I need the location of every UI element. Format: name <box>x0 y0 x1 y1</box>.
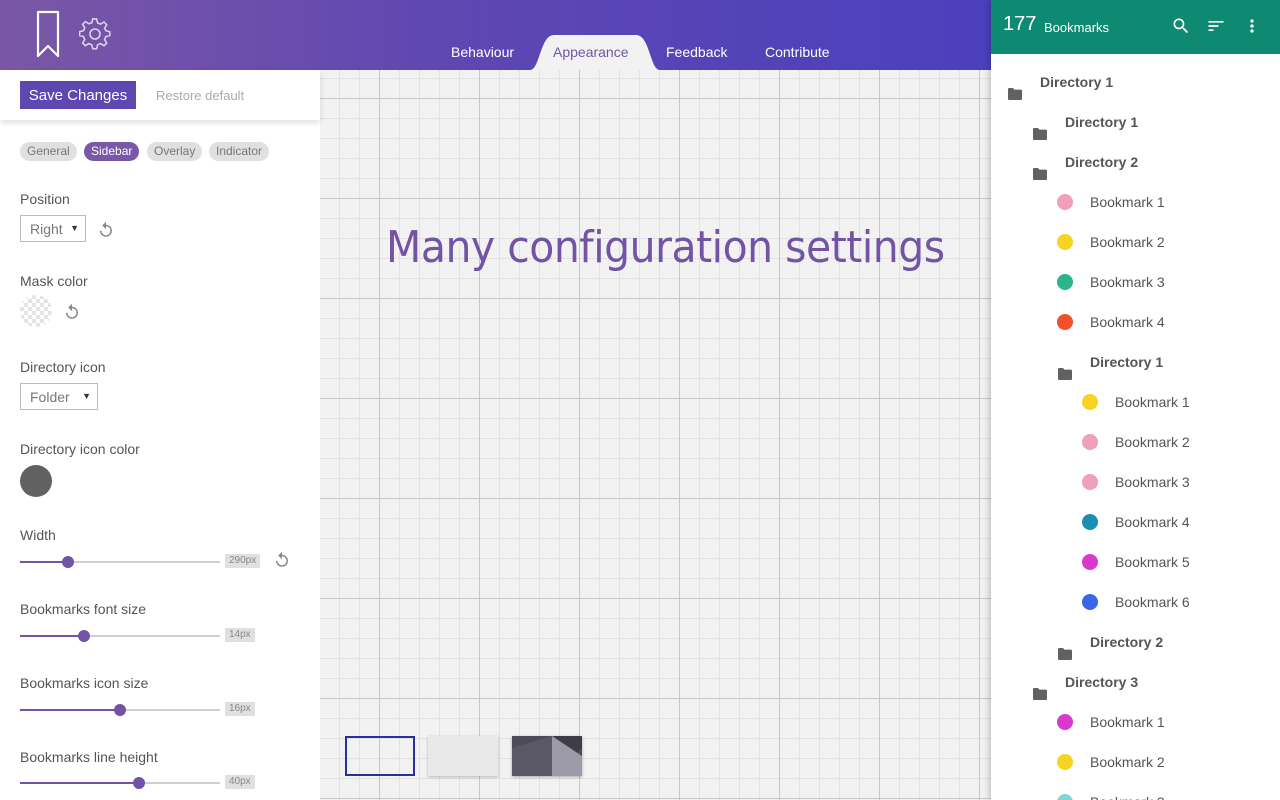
bookmark-label: Bookmark 1 <box>1090 194 1165 210</box>
theme-thumbnail-light-outline[interactable] <box>345 736 415 776</box>
slider-knob[interactable] <box>62 556 74 568</box>
theme-thumbnail-light[interactable] <box>428 736 498 776</box>
bookmark-label: Bookmark 2 <box>1115 434 1190 450</box>
directory-icon-color-label: Directory icon color <box>20 441 140 457</box>
settings-action-bar: Save Changes Restore default <box>0 70 320 120</box>
line-height-slider[interactable] <box>20 777 220 789</box>
bookmark-favicon-icon <box>1057 274 1073 290</box>
bookmarks-title: Bookmarks <box>1044 20 1110 35</box>
chip-indicator[interactable]: Indicator <box>209 142 270 161</box>
reset-icon[interactable] <box>273 551 291 569</box>
folder-icon <box>1033 115 1047 155</box>
font-size-label: Bookmarks font size <box>20 601 147 617</box>
chip-overlay[interactable]: Overlay <box>147 142 203 161</box>
icon-size-value: 16px <box>225 702 255 716</box>
reset-icon[interactable] <box>63 303 81 321</box>
bookmark-favicon-icon <box>1082 474 1098 490</box>
directory-label: Directory 3 <box>1065 674 1139 690</box>
directory-icon-select-value: Folder <box>30 389 70 405</box>
folder-icon <box>1008 75 1022 115</box>
bookmark-favicon-icon <box>1082 434 1098 450</box>
position-select-value: Right <box>30 221 63 237</box>
bookmark-favicon-icon <box>1057 234 1073 250</box>
folder-icon <box>1033 675 1047 715</box>
tab-behaviour[interactable]: Behaviour <box>451 44 514 60</box>
settings-panel: Save Changes Restore default General Sid… <box>0 70 320 800</box>
dark-theme-pattern <box>512 736 582 776</box>
icon-size-slider[interactable] <box>20 704 220 716</box>
width-value: 290px <box>225 554 261 568</box>
bookmark-label: Bookmark 2 <box>1090 234 1165 250</box>
bookmark-icon[interactable] <box>36 10 60 58</box>
bookmark-count: 177 <box>1003 13 1037 35</box>
slider-knob[interactable] <box>114 704 126 716</box>
preview-canvas <box>320 70 991 800</box>
bookmark-label: Bookmark 1 <box>1090 714 1165 730</box>
bookmark-label: Bookmark 4 <box>1090 314 1165 330</box>
bookmark-favicon-icon <box>1082 554 1098 570</box>
gear-icon[interactable] <box>79 18 111 50</box>
sidebar-header: 177 Bookmarks <box>991 0 1280 54</box>
mask-color-label: Mask color <box>20 273 88 289</box>
slider-knob[interactable] <box>133 777 145 789</box>
top-header: Behaviour Appearance Feedback Contribute <box>0 0 991 70</box>
search-icon[interactable] <box>1171 16 1191 36</box>
bookmark-label: Bookmark 1 <box>1115 394 1190 410</box>
caret-down-icon: ▼ <box>70 223 79 233</box>
tab-feedback[interactable]: Feedback <box>666 44 727 60</box>
bookmark-favicon-icon <box>1082 594 1098 610</box>
chip-general[interactable]: General <box>20 142 77 161</box>
caret-down-icon: ▼ <box>82 391 91 401</box>
bookmark-label: Bookmark 3 <box>1090 782 1165 800</box>
directory-label: Directory 2 <box>1065 154 1139 170</box>
bookmark-favicon-icon <box>1057 194 1073 210</box>
font-size-value: 14px <box>225 628 255 642</box>
theme-thumbnail-dark[interactable] <box>512 736 582 776</box>
save-changes-button[interactable]: Save Changes <box>20 81 136 109</box>
line-height-value: 40px <box>225 775 255 789</box>
slider-knob[interactable] <box>78 630 90 642</box>
bookmark-favicon-icon <box>1057 794 1073 800</box>
icon-size-label: Bookmarks icon size <box>20 675 149 691</box>
line-height-label: Bookmarks line height <box>20 749 158 765</box>
position-label: Position <box>20 191 70 207</box>
directory-icon-color-swatch[interactable] <box>20 465 52 497</box>
tab-appearance[interactable]: Appearance <box>553 44 629 60</box>
sort-icon[interactable] <box>1206 16 1226 36</box>
tab-contribute[interactable]: Contribute <box>765 44 830 60</box>
position-select[interactable]: Right ▼ <box>20 215 86 242</box>
bookmark-favicon-icon <box>1057 714 1073 730</box>
directory-label: Directory 1 <box>1040 74 1114 90</box>
folder-icon <box>1033 155 1047 195</box>
directory-label: Directory 1 <box>1090 354 1164 370</box>
more-vert-icon[interactable] <box>1242 16 1262 36</box>
bookmark-label: Bookmark 5 <box>1115 554 1190 570</box>
directory-icon-label: Directory icon <box>20 359 106 375</box>
bookmark-label: Bookmark 4 <box>1115 514 1190 530</box>
bookmark-favicon-icon <box>1057 314 1073 330</box>
width-label: Width <box>20 527 56 543</box>
bookmark-favicon-icon <box>1057 754 1073 770</box>
folder-icon <box>1058 355 1072 395</box>
font-size-slider[interactable] <box>20 630 220 642</box>
preview-headline: Many configuration settings <box>386 222 945 273</box>
bookmark-label: Bookmark 3 <box>1115 474 1190 490</box>
directory-icon-select[interactable]: Folder ▼ <box>20 383 98 410</box>
bookmarks-sidebar: 177 Bookmarks Directory 1 Directory 1 Dire… <box>991 0 1280 800</box>
directory-label: Directory 2 <box>1090 634 1164 650</box>
reset-icon[interactable] <box>97 221 115 239</box>
restore-default-link[interactable]: Restore default <box>156 88 244 103</box>
bookmark-favicon-icon <box>1082 394 1098 410</box>
mask-color-swatch[interactable] <box>20 295 52 327</box>
bookmark-label: Bookmark 2 <box>1090 754 1165 770</box>
bookmark-favicon-icon <box>1082 514 1098 530</box>
bookmark-label: Bookmark 3 <box>1090 274 1165 290</box>
chip-sidebar[interactable]: Sidebar <box>84 142 140 161</box>
bookmark-label: Bookmark 6 <box>1115 594 1190 610</box>
directory-label: Directory 1 <box>1065 114 1139 130</box>
width-slider[interactable] <box>20 556 220 568</box>
